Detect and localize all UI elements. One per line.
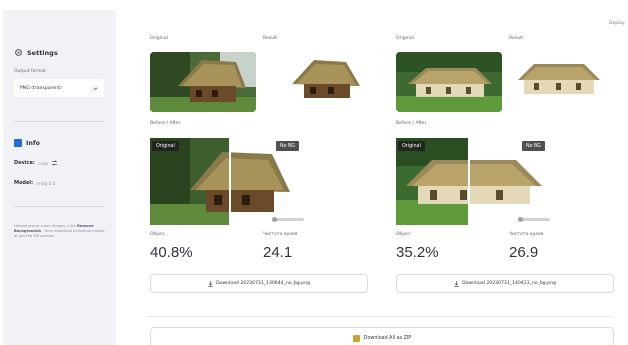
- metric-value: 24.1: [263, 244, 293, 261]
- section-divider: [148, 316, 613, 317]
- device-label: Device:: [14, 160, 35, 166]
- deploy-button[interactable]: Deploy: [609, 21, 625, 26]
- tag-original: Original: [398, 141, 425, 151]
- output-format-label: Output format: [14, 69, 47, 74]
- original-label: Original: [396, 36, 414, 41]
- model-row: Model: rmbg-2.0: [14, 180, 55, 186]
- info-title: Info: [26, 139, 40, 147]
- chevron-down-icon: [93, 86, 98, 90]
- settings-title: Settings: [27, 48, 58, 57]
- slider-divider[interactable]: [229, 138, 231, 225]
- sidebar-divider: [14, 121, 104, 122]
- original-label: Original: [150, 36, 168, 41]
- tag-original: Original: [152, 141, 179, 151]
- zip-button-label: Download All as ZIP: [363, 335, 412, 341]
- download-all-zip-button[interactable]: Download All as ZIP: [150, 327, 614, 345]
- model-label: Model:: [14, 180, 34, 186]
- gear-icon: [15, 49, 22, 56]
- download-button-label: Download 20230731_140423_no_bg.png: [462, 281, 556, 286]
- output-format-value: PNG (transparent): [20, 85, 62, 91]
- metric-label: Чистота краев: [263, 232, 298, 237]
- result-label: Result: [509, 36, 524, 41]
- original-image: [396, 52, 502, 112]
- info-header: Info: [14, 139, 40, 147]
- swap-icon: [51, 160, 58, 166]
- sidebar-help-text: Upload one or more images, click Remove …: [14, 224, 106, 240]
- model-value: rmbg-2.0: [36, 180, 56, 186]
- metric-value: 26.9: [509, 244, 539, 261]
- tag-no-bg: No BG: [522, 141, 545, 151]
- result-label: Result: [263, 36, 278, 41]
- download-icon: [208, 280, 213, 287]
- metric-label: Чистота краев: [509, 232, 544, 237]
- settings-header: Settings: [14, 48, 58, 57]
- original-image: [150, 52, 256, 112]
- download-button[interactable]: Download 20230731_130644_no_bg.png: [150, 274, 368, 293]
- download-button[interactable]: Download 20230731_140423_no_bg.png: [396, 274, 614, 293]
- zip-icon: [352, 334, 360, 342]
- output-format-select[interactable]: PNG (transparent): [14, 79, 104, 97]
- metric-value: 40.8%: [150, 244, 193, 261]
- info-icon: [14, 139, 22, 147]
- download-button-label: Download 20230731_130644_no_bg.png: [216, 281, 310, 286]
- help-text-prefix: Upload one or more images, click: [14, 224, 76, 228]
- slider-handle[interactable]: [518, 217, 550, 222]
- device-row: Device: cuda: [14, 160, 58, 166]
- before-after-label: Before / After: [150, 121, 181, 126]
- result-image: [280, 52, 370, 112]
- before-after-slider[interactable]: Original No BG: [396, 138, 554, 225]
- metric-value: 35.2%: [396, 244, 439, 261]
- result-image: [514, 52, 604, 112]
- slider-handle[interactable]: [272, 217, 304, 222]
- slider-divider[interactable]: [468, 138, 470, 225]
- metric-label: Обрез: [150, 232, 165, 237]
- app-frame: Settings Output format PNG (transparent)…: [0, 0, 628, 345]
- tag-no-bg: No BG: [276, 141, 299, 151]
- sidebar-divider: [14, 206, 104, 207]
- metric-label: Обрез: [396, 232, 411, 237]
- download-icon: [454, 280, 459, 287]
- before-after-slider[interactable]: Original No BG: [150, 138, 308, 225]
- before-after-label: Before / After: [396, 121, 427, 126]
- device-value: cuda: [37, 160, 49, 166]
- sidebar: [3, 10, 116, 345]
